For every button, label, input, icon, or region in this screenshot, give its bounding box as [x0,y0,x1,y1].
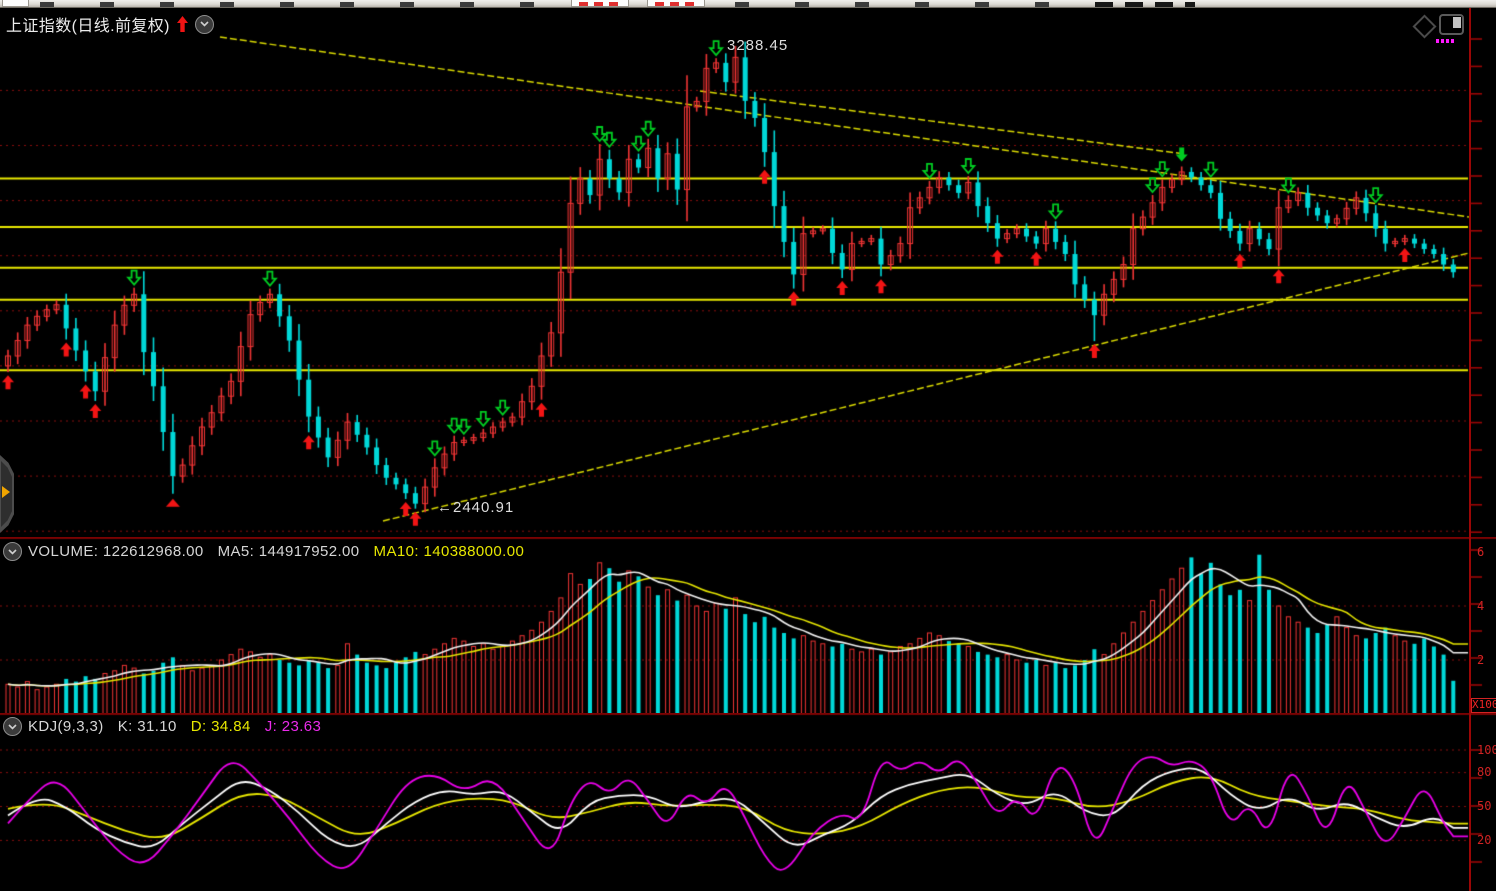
volume-ma5: MA5: 144917952.00 [218,543,360,560]
kdj-k-value: K: 31.10 [118,718,177,735]
menu-bar-clipped[interactable] [0,0,1496,8]
expand-right-icon [2,486,10,498]
kdj-indicator-chart[interactable] [0,713,1496,891]
menu-logo-box [2,0,29,7]
kdj-axis-label-100: 100 [1477,743,1496,757]
kdj-d-value: D: 34.84 [191,718,251,735]
volume-chart[interactable] [0,537,1496,713]
kdj-axis-label-20: 20 [1477,833,1491,847]
split-window-fill [1453,17,1461,28]
chevron-down-button[interactable] [195,15,214,34]
chevron-down-button[interactable] [3,542,22,561]
volume-header-row: VOLUME: 122612968.00 MA5: 144917952.00 M… [3,542,524,561]
kdj-header-row: KDJ(9,3,3) K: 31.10 D: 34.84 J: 23.63 [3,717,321,736]
volume-axis-label-2: 2 [1477,653,1484,667]
menu-alert-text [579,2,621,6]
low-price-label: ←2440.91 [437,499,514,516]
kdj-j-value: J: 23.63 [265,718,322,735]
peak-price-label: 3288.45 [727,37,788,54]
volume-ma10: MA10: 140388000.00 [374,543,525,560]
chevron-down-button[interactable] [3,717,22,736]
chart-title: 上证指数(日线.前复权) [6,12,170,36]
up-arrow-icon [176,16,189,33]
volume-axis-label-6: 6 [1477,545,1484,559]
volume-value: VOLUME: 122612968.00 [28,543,204,560]
menu-text-stubs [735,2,1075,7]
menu-right-glyphs [1095,2,1195,7]
volume-axis-label-4: 4 [1477,599,1484,613]
menu-text-stubs [40,2,560,7]
right-price-axis [1469,7,1471,891]
kdj-axis-label-80: 80 [1477,765,1491,779]
kdj-axis-label-50: 50 [1477,799,1491,813]
menu-alert-box-2[interactable] [647,0,705,7]
menu-alert-text [655,2,697,6]
menu-alert-box-1[interactable] [571,0,629,7]
kdj-name: KDJ(9,3,3) [28,718,104,735]
trading-app-window: { "window_title": "上证指数(日线.前复权)", "annot… [0,0,1496,891]
split-window-icon[interactable] [1439,14,1464,35]
volume-unit-label: X10000 [1471,698,1496,713]
chart-title-row: 上证指数(日线.前复权) [6,12,214,36]
main-candlestick-chart[interactable] [0,8,1496,537]
magenta-indicator-dots [1436,39,1454,43]
